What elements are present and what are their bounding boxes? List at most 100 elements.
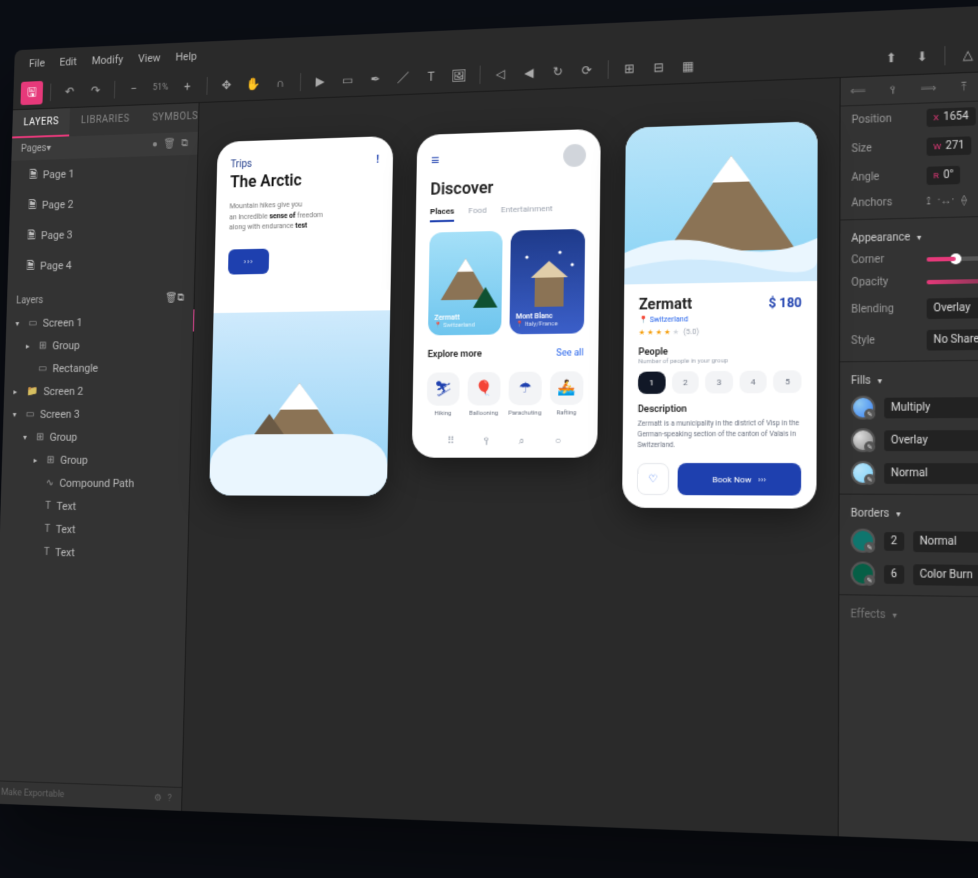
nav-grid-icon[interactable]: ⠿ xyxy=(447,436,455,447)
layer-group[interactable]: ▾⊞Group xyxy=(2,425,190,449)
front-icon[interactable]: ⬆ xyxy=(878,45,904,72)
fill-blend-select[interactable]: Overlay▾ xyxy=(884,429,978,450)
border-width-input[interactable]: 2 xyxy=(884,532,904,551)
pen-tool-icon[interactable]: ✒ xyxy=(363,66,387,91)
flip-v-icon[interactable]: ◀ xyxy=(517,60,542,86)
border-swatch[interactable]: ✎ xyxy=(851,529,876,553)
settings-icon[interactable]: ⚙ xyxy=(154,793,162,804)
activity-hiking[interactable]: ⛷Hiking xyxy=(427,372,460,417)
nav-stats-icon[interactable]: ⫯ xyxy=(484,436,489,448)
snap-icon[interactable]: ∩ xyxy=(268,70,292,95)
align-left-icon[interactable]: ⟸ xyxy=(841,77,876,106)
tab-libraries[interactable]: LIBRARIES xyxy=(69,105,141,136)
image-tool-icon[interactable]: 🖼 xyxy=(447,63,472,88)
menu-icon[interactable]: ≡ xyxy=(431,151,439,169)
fill-swatch[interactable]: ✎ xyxy=(851,461,875,485)
new-page-icon[interactable]: ● xyxy=(152,139,158,150)
activity-parachuting[interactable]: ☂Parachuting xyxy=(508,372,542,417)
fills-section[interactable]: Fills▾ xyxy=(840,365,978,392)
anchor-left-icon[interactable]: ⟟ xyxy=(927,196,931,208)
zoom-level[interactable]: 51% xyxy=(152,83,168,93)
effects-section[interactable]: Effects▾ xyxy=(839,600,978,629)
fill-swatch[interactable]: ✎ xyxy=(851,428,875,452)
edit-icon[interactable]: ✎ xyxy=(864,575,875,586)
layer-group[interactable]: ▸⊞Group xyxy=(2,449,190,472)
activity-ballooning[interactable]: 🎈Ballooning xyxy=(467,372,500,417)
fill-blend-select[interactable]: Normal▾ xyxy=(884,463,978,484)
rotate-icon[interactable]: ↻ xyxy=(545,59,570,85)
favorite-button[interactable]: ♡ xyxy=(637,463,669,495)
align-center-icon[interactable]: ⫯ xyxy=(876,75,911,104)
position-x-input[interactable]: X1654 xyxy=(927,107,976,127)
artboard-screen-1[interactable]: Trips The Arctic ! Mountain hikes give y… xyxy=(209,136,393,496)
undo-icon[interactable]: ↶ xyxy=(58,79,81,103)
fill-blend-select[interactable]: Multiply▾ xyxy=(884,396,978,418)
edit-icon[interactable]: ✎ xyxy=(864,542,875,553)
ungroup-icon[interactable]: ⊟ xyxy=(646,54,671,80)
move-icon[interactable]: ✥ xyxy=(215,73,239,98)
layer-group[interactable]: ▸⊞Group xyxy=(5,333,193,358)
duplicate-layer-icon[interactable]: ⧉ xyxy=(177,293,184,304)
menu-file[interactable]: File xyxy=(29,57,45,70)
people-option[interactable]: 3 xyxy=(705,371,733,394)
nav-profile-icon[interactable]: ○ xyxy=(555,436,561,448)
delete-page-icon[interactable]: 🗑 xyxy=(163,139,175,150)
boolean-union-icon[interactable]: △ xyxy=(954,41,978,68)
people-option[interactable]: 4 xyxy=(739,371,767,394)
artboard-screen-2[interactable]: ≡ Discover Places Food Entertainment Zer… xyxy=(412,129,601,458)
place-card[interactable]: Zermatt📍 Switzerland xyxy=(428,231,503,336)
refresh-icon[interactable]: ⟳ xyxy=(574,58,599,84)
people-option[interactable]: 2 xyxy=(671,371,699,394)
border-blend-select[interactable]: Normal▾ xyxy=(913,531,978,553)
layer-text[interactable]: TText xyxy=(0,495,189,519)
text-tool-icon[interactable]: T xyxy=(419,64,443,89)
borders-section[interactable]: Borders▾ xyxy=(840,499,978,526)
border-blend-select[interactable]: Color Burn▾ xyxy=(913,564,978,587)
border-swatch[interactable]: ✎ xyxy=(851,561,876,585)
zoom-out-icon[interactable]: − xyxy=(122,77,145,101)
layer-screen-1[interactable]: ▾▭Screen 1 xyxy=(6,309,194,335)
shape-tool-icon[interactable]: ▭ xyxy=(336,68,360,93)
tab-layers[interactable]: LAYERS xyxy=(12,108,70,138)
arrange-icon[interactable]: ▦ xyxy=(675,53,701,79)
style-select[interactable]: No Shared Style▾ xyxy=(927,328,978,350)
layer-text[interactable]: TText xyxy=(0,540,188,565)
people-option[interactable]: 1 xyxy=(638,372,665,394)
edit-icon[interactable]: ✎ xyxy=(864,409,875,420)
help-icon[interactable]: ? xyxy=(167,794,171,805)
flip-h-icon[interactable]: ◁ xyxy=(488,61,513,86)
p2-tab-places[interactable]: Places xyxy=(430,206,455,222)
zoom-in-icon[interactable]: + xyxy=(176,74,199,99)
book-now-button[interactable]: Book Now››› xyxy=(677,463,801,496)
pointer-icon[interactable]: ▶ xyxy=(308,69,332,94)
blending-select[interactable]: Overlay▾ xyxy=(927,297,978,320)
layer-screen-3[interactable]: ▾▭Screen 3 xyxy=(3,402,191,426)
corner-slider[interactable] xyxy=(927,254,978,261)
save-icon[interactable]: 🖫 xyxy=(20,81,43,105)
menu-modify[interactable]: Modify xyxy=(91,53,123,67)
menu-help[interactable]: Help xyxy=(175,50,197,64)
page-item[interactable]: 🗎Page 4 xyxy=(8,247,195,282)
nav-search-icon[interactable]: ⌕ xyxy=(519,436,525,448)
page-item[interactable]: 🗎Page 2 xyxy=(10,185,197,221)
canvas[interactable]: Trips The Arctic ! Mountain hikes give y… xyxy=(182,78,840,836)
redo-icon[interactable]: ↷ xyxy=(84,78,107,102)
size-w-input[interactable]: W271 xyxy=(927,136,972,156)
hand-icon[interactable]: ✋ xyxy=(241,72,265,97)
people-option[interactable]: 5 xyxy=(774,370,802,393)
p2-tab-food[interactable]: Food xyxy=(468,205,487,221)
line-tool-icon[interactable]: ／ xyxy=(391,65,415,90)
p1-cta-button[interactable]: ››› xyxy=(228,248,269,274)
menu-view[interactable]: View xyxy=(138,51,161,65)
appearance-section[interactable]: Appearance▾ xyxy=(840,220,978,250)
delete-layer-icon[interactable]: 🗑 xyxy=(165,293,177,304)
layer-rectangle[interactable]: ▭Rectangle xyxy=(5,356,193,381)
align-top-icon[interactable]: ⤒ xyxy=(946,72,978,101)
align-right-icon[interactable]: ⟹ xyxy=(911,74,946,103)
opacity-slider[interactable] xyxy=(927,277,978,283)
copy-page-icon[interactable]: ⧉ xyxy=(181,138,188,149)
layer-text[interactable]: TText xyxy=(0,517,188,542)
group-icon[interactable]: ⊞ xyxy=(617,56,642,82)
fill-swatch[interactable]: ✎ xyxy=(851,396,875,420)
angle-input[interactable]: R0° xyxy=(927,166,961,185)
